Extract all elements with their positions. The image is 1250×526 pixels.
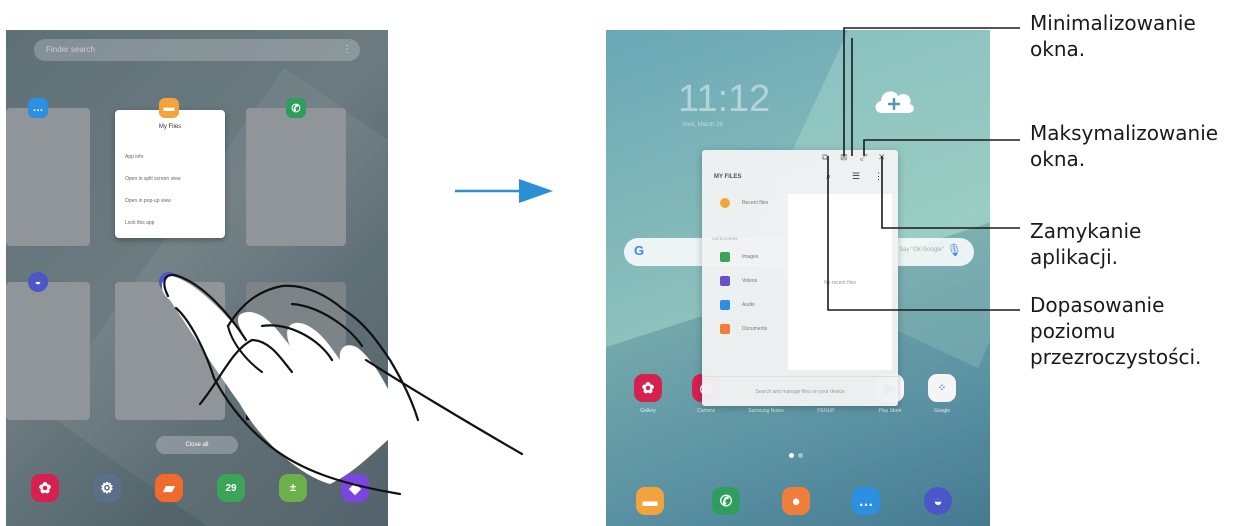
category-images[interactable]: Images [720,252,780,264]
popup-window[interactable]: ⧉ ⊠ ⤢ ✕ MY FILES ⌕ ☰ ⋮ Recent files CATE… [702,150,898,406]
close-all-button[interactable]: Close all [156,436,238,454]
gallery-icon[interactable]: ✿ [31,474,59,502]
callout-opacity: Dopasowanie poziomu przezroczystości. [1030,292,1201,370]
minimize-icon[interactable]: ⊠ [840,152,848,163]
notes-icon[interactable]: ▰ [155,474,183,502]
penup-label: PENUP [817,408,835,414]
image-icon [720,252,730,262]
more-icon[interactable]: ⋮ [874,171,883,182]
popup-content-pane: No recent files [788,194,892,370]
empty-state-text: No recent files [824,280,856,286]
category-videos-label: Videos [742,278,758,284]
internet-icon: ◒ [28,272,48,292]
calendar-icon[interactable]: 29 [217,474,245,502]
play-store-label: Play Store [878,408,902,414]
list-view-icon[interactable]: ☰ [852,171,860,182]
callout-maximize-line2: okna. [1030,147,1086,171]
dock: ▬ ✆ ● … ◒ [606,485,990,521]
callout-minimize: Minimalizowanie okna. [1030,10,1196,62]
recent-card-clock[interactable] [115,282,225,420]
internet-icon[interactable]: ◒ [924,487,952,515]
app-options-menu: My Files App info Open in split screen v… [115,110,225,238]
phone-icon: ✆ [286,98,306,118]
callout-minimize-line1: Minimalizowanie [1030,11,1196,35]
calculator-icon[interactable]: ± [279,474,307,502]
popup-footer: Search and manage files on your device [702,376,898,406]
video-preview [246,370,306,420]
callout-opacity-line2: poziomu [1030,319,1116,343]
galaxy-store-icon[interactable]: ◆ [341,474,369,502]
category-audio-label: Audio [742,302,755,308]
google-folder-icon[interactable]: ⁘ [928,374,956,402]
samsung-notes-label: Samsung Notes [748,408,784,414]
callout-close: Zamykanie aplikacji. [1030,218,1141,270]
google-icon: G [634,243,645,258]
camera-label: Camera [697,408,715,414]
maximize-icon[interactable]: ⤢ [860,152,867,163]
home-screen: 11:12 Wed, March 28 G Say "Ok Google" 🎙 … [606,30,990,526]
finder-search-bar[interactable]: Finder search ⋮ [34,39,360,61]
clock-icon: ◔ [159,272,179,292]
recent-files-label: Recent files [742,200,769,206]
phone-icon[interactable]: ✆ [712,487,740,515]
page-indicator [789,445,807,463]
page-dot-active [789,453,794,458]
messages-icon[interactable]: … [852,487,880,515]
callout-minimize-line2: okna. [1030,37,1086,61]
menu-item-lock-app[interactable]: Lock this app [125,220,154,226]
my-files-icon: ▬ [159,98,179,118]
recent-files-row[interactable]: Recent files [720,198,780,210]
microphone-icon[interactable]: 🎙 [947,243,962,257]
page-dot [798,453,803,458]
callout-maximize: Maksymalizowanie okna. [1030,120,1218,172]
audio-icon [720,300,730,310]
categories-header: CATEGORIES [712,236,738,241]
callout-opacity-line3: przezroczystości. [1030,345,1202,369]
popup-title-bar[interactable]: ⧉ ⊠ ⤢ ✕ [702,150,898,166]
search-icon[interactable]: ⌕ [826,171,831,182]
recent-card-messages[interactable] [6,108,90,246]
clock-widget: 11:12 [678,78,771,120]
settings-icon[interactable]: ⚙ [93,474,121,502]
video-icon [720,276,730,286]
google-search-hint: Say "Ok Google" [899,247,944,253]
category-images-label: Images [742,254,759,260]
callout-close-line1: Zamykanie [1030,219,1142,243]
dock: ✿ ⚙ ▰ 29 ± ◆ [31,474,371,508]
category-documents[interactable]: Documents [720,324,780,336]
category-videos[interactable]: Videos [720,276,780,288]
calendar-day: 29 [225,482,237,494]
callout-close-line2: aplikacji. [1030,245,1119,269]
callout-maximize-line1: Maksymalizowanie [1030,121,1219,145]
more-options-icon[interactable]: ⋮ [342,39,352,61]
recent-apps-screen: Finder search ⋮ … ✆ ◒ ◔ ▬ My Files App i… [6,30,388,526]
callout-opacity-line1: Dopasowanie [1030,293,1165,317]
google-label: Google [933,408,951,414]
menu-app-title: My Files [158,124,182,130]
gallery-icon[interactable]: ✿ [634,374,662,402]
menu-item-app-info[interactable]: App info [125,154,143,160]
close-icon[interactable]: ✕ [878,152,886,163]
opacity-icon[interactable]: ⧉ [822,152,828,163]
category-documents-label: Documents [742,326,768,332]
recent-clock-icon [720,198,730,208]
messages-icon: … [28,98,48,118]
recent-card-phone[interactable] [246,108,346,246]
category-audio[interactable]: Audio [720,300,780,312]
clock-date: Wed, March 28 [682,122,723,128]
cloud-add-icon[interactable] [872,85,916,117]
my-files-icon[interactable]: ▬ [636,487,664,515]
gallery-label: Gallery [640,408,656,414]
menu-item-popup-view[interactable]: Open in pop-up view [125,198,171,204]
finder-search-placeholder: Finder search [46,45,95,54]
contacts-icon[interactable]: ● [782,487,810,515]
popup-app-title: MY FILES [714,174,742,180]
right-arrow-icon [455,179,553,203]
menu-item-split-screen[interactable]: Open in split screen view [125,176,181,182]
document-icon [720,324,730,334]
recent-card-internet[interactable] [6,282,90,420]
